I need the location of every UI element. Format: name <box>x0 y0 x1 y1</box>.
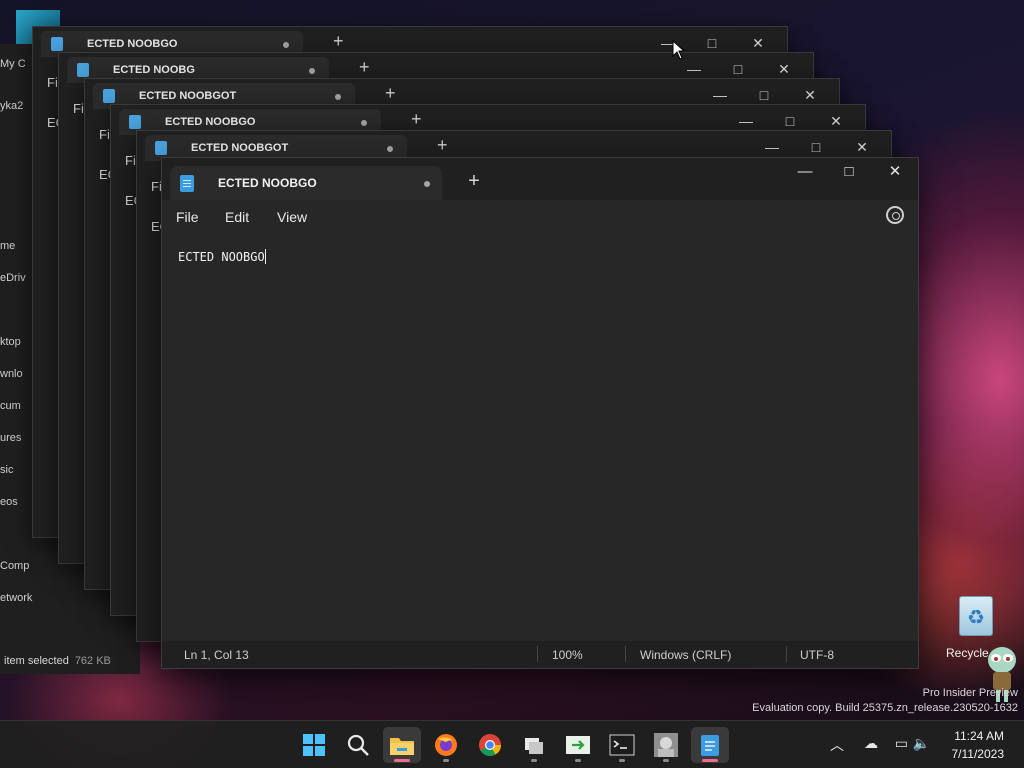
unsaved-dot-icon <box>335 94 341 100</box>
running-indicator <box>575 759 581 762</box>
notepad-icon <box>180 175 194 192</box>
watermark-line1: Pro Insider Preview <box>922 687 1018 699</box>
explorer-nav-item[interactable]: ktop <box>0 336 21 348</box>
explorer-nav-item[interactable]: eos <box>0 496 18 508</box>
terminal-arrow-icon[interactable] <box>559 727 597 763</box>
tab-title: ECTED NOOBG <box>113 64 195 76</box>
notepad-window[interactable]: ECTED NOOBGO + — □ ✕ File Edit View ECTE… <box>161 157 919 669</box>
tab-title: ECTED NOOBGO <box>218 176 317 190</box>
chrome-icon[interactable] <box>471 727 509 763</box>
tab-title: ECTED NOOBGO <box>165 116 256 128</box>
menu-file[interactable]: File <box>176 207 199 227</box>
explorer-nav-item[interactable]: ures <box>0 432 21 444</box>
explorer-nav-item[interactable]: Comp <box>0 560 29 572</box>
notepad-icon <box>51 37 63 51</box>
menu-bar: File Edit View <box>162 200 918 232</box>
tab-title: ECTED NOOBGO <box>87 38 178 50</box>
settings-gear-icon[interactable] <box>886 206 904 224</box>
unsaved-dot-icon <box>361 120 367 126</box>
clock-date: 7/11/2023 <box>951 747 1005 761</box>
new-tab-button[interactable]: + <box>460 168 488 196</box>
notepad-icon <box>77 63 89 77</box>
tab-title: ECTED NOOBGOT <box>139 90 237 102</box>
running-indicator <box>531 759 537 762</box>
build-watermark: Pro Insider Preview Evaluation copy. Bui… <box>752 686 1018 716</box>
notepad-icon <box>103 89 115 103</box>
network-icon[interactable]: ▭ <box>895 735 908 752</box>
files-icon[interactable] <box>515 727 553 763</box>
clock-time: 11:24 AM <box>954 729 1004 743</box>
unsaved-dot-icon <box>283 42 289 48</box>
explorer-nav-item[interactable]: yka2 <box>0 100 23 112</box>
search-icon[interactable] <box>339 727 377 763</box>
explorer-status-size: 762 KB <box>74 655 111 667</box>
zoom-level[interactable]: 100% <box>552 648 583 662</box>
status-divider <box>537 646 538 662</box>
new-tab-button[interactable]: + <box>411 109 422 130</box>
tab-title: ECTED NOOBGOT <box>191 142 289 154</box>
photo-icon[interactable] <box>647 727 685 763</box>
minimize-button[interactable]: — <box>782 158 828 188</box>
notepad-tab-active[interactable]: ECTED NOOBGO <box>170 166 442 200</box>
new-tab-button[interactable]: + <box>437 135 448 156</box>
running-indicator <box>394 759 410 762</box>
new-tab-button[interactable]: + <box>359 57 370 78</box>
minimize-button[interactable]: — <box>749 135 795 159</box>
unsaved-dot-icon <box>387 146 393 152</box>
line-ending[interactable]: Windows (CRLF) <box>640 648 731 662</box>
command-prompt-icon[interactable] <box>603 727 641 763</box>
taskbar: ︿ ☁ ▭ 🔈 11:24 AM 7/11/2023 <box>0 720 1024 768</box>
close-button[interactable]: ✕ <box>872 158 918 188</box>
title-bar[interactable]: ECTED NOOBGO + — □ ✕ <box>162 158 918 200</box>
explorer-nav-item[interactable]: sic <box>0 464 13 476</box>
firefox-icon[interactable] <box>427 727 465 763</box>
file-explorer-icon[interactable] <box>383 727 421 763</box>
notepad-icon[interactable] <box>691 727 729 763</box>
running-indicator <box>663 759 669 762</box>
menu-view[interactable]: View <box>277 207 307 227</box>
new-tab-button[interactable]: + <box>385 83 396 104</box>
cloud-offline-icon[interactable]: ☁ <box>864 735 878 752</box>
clock[interactable]: 11:24 AM 7/11/2023 <box>952 727 1005 763</box>
windows-start-icon[interactable] <box>295 727 333 763</box>
explorer-nav-item[interactable]: me <box>0 240 15 252</box>
running-indicator <box>702 759 718 762</box>
notepad-icon <box>129 115 141 129</box>
explorer-nav-item[interactable]: eDriv <box>0 272 26 284</box>
running-indicator <box>619 759 625 762</box>
new-tab-button[interactable]: + <box>333 31 344 52</box>
cursor-position: Ln 1, Col 13 <box>184 648 249 662</box>
encoding[interactable]: UTF-8 <box>800 648 834 662</box>
volume-icon[interactable]: 🔈 <box>913 735 930 752</box>
explorer-status-text: item selected <box>4 655 69 667</box>
text-editor[interactable]: ECTED NOOBGO <box>162 232 918 641</box>
chevron-up-icon[interactable]: ︿ <box>830 735 844 755</box>
watermark-line2: Evaluation copy. Build 25375.zn_release.… <box>752 702 1018 714</box>
editor-text: ECTED NOOBGO <box>178 250 265 264</box>
maximize-button[interactable]: □ <box>826 158 872 188</box>
status-divider <box>625 646 626 662</box>
unsaved-dot-icon <box>309 68 315 74</box>
unsaved-dot-icon[interactable] <box>424 181 430 187</box>
recycle-bin[interactable]: Recycle <box>946 596 1006 660</box>
editor-content[interactable]: ECTED NOOBGO <box>178 249 266 264</box>
explorer-nav-item[interactable]: cum <box>0 400 21 412</box>
text-caret <box>264 249 266 264</box>
close-button[interactable]: ✕ <box>839 135 885 159</box>
explorer-status-bar: item selected 762 KB <box>4 655 111 667</box>
notepad-icon <box>155 141 167 155</box>
maximize-button[interactable]: □ <box>793 135 839 159</box>
status-bar: Ln 1, Col 13 100% Windows (CRLF) UTF-8 <box>162 641 918 668</box>
explorer-nav-item[interactable]: wnlo <box>0 368 23 380</box>
explorer-nav-item[interactable]: etwork <box>0 592 32 604</box>
explorer-nav-item[interactable]: My C <box>0 58 26 70</box>
menu-edit[interactable]: Edit <box>225 207 249 227</box>
running-indicator <box>443 759 449 762</box>
status-divider <box>786 646 787 662</box>
recycle-bin-icon <box>959 596 993 636</box>
